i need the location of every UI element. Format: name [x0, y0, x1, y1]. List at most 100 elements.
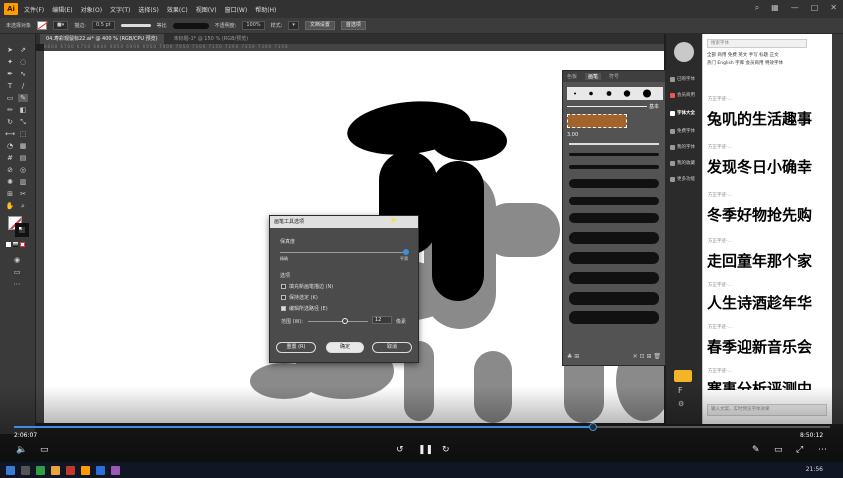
- user-avatar[interactable]: [674, 42, 694, 62]
- sidebar-item-purchased[interactable]: 已购字体: [670, 76, 695, 82]
- forward-10-icon[interactable]: ↻: [442, 445, 450, 455]
- fidelity-slider-track[interactable]: [280, 252, 406, 253]
- fidelity-slider-handle[interactable]: [403, 249, 409, 255]
- width-tool-icon[interactable]: ⟷: [5, 130, 15, 138]
- slice-tool-icon[interactable]: ✂: [18, 190, 28, 198]
- brush-panel-actions[interactable]: ✕ ⊡ ⊞ 🗑: [633, 353, 661, 360]
- rewind-10-icon[interactable]: ↺: [396, 445, 404, 455]
- gradient-mode-icon[interactable]: [13, 242, 18, 247]
- minimize-icon[interactable]: —: [791, 3, 799, 13]
- workspace-icon[interactable]: ▦: [771, 3, 779, 13]
- cancel-button[interactable]: 取消: [372, 342, 412, 353]
- selection-tool-icon[interactable]: ➤: [5, 46, 15, 54]
- paintbrush-tool-icon[interactable]: ✎: [18, 94, 28, 102]
- line-tool-icon[interactable]: /: [18, 82, 28, 90]
- app-icon[interactable]: [66, 465, 75, 475]
- mesh-tool-icon[interactable]: #: [5, 154, 15, 162]
- sidebar-item-free[interactable]: 免费字体: [670, 128, 695, 134]
- fill-swatch[interactable]: [37, 21, 48, 30]
- file-explorer-icon[interactable]: [51, 465, 60, 475]
- brush-dots-row[interactable]: [567, 87, 663, 100]
- ok-button[interactable]: 确定: [326, 342, 364, 353]
- menu-window[interactable]: 窗口(W): [225, 5, 248, 14]
- illustrator-taskbar-icon[interactable]: [81, 465, 90, 475]
- menu-select[interactable]: 选择(S): [138, 5, 159, 14]
- brush-strokes-list[interactable]: [567, 139, 663, 359]
- tab-swatches[interactable]: 色板: [567, 73, 577, 80]
- font-sample[interactable]: 发现冬日小确幸: [707, 156, 812, 177]
- symbol-sprayer-tool-icon[interactable]: ✺: [5, 178, 15, 186]
- draw-pen-icon[interactable]: ✎: [752, 445, 760, 455]
- document-setup-button[interactable]: 文档设置: [304, 21, 335, 30]
- illustrator-logo[interactable]: Ai: [4, 3, 18, 15]
- brush-library-menu-icon[interactable]: ♣ ⊞: [567, 353, 579, 360]
- pause-icon[interactable]: ❚❚: [418, 445, 433, 455]
- blend-tool-icon[interactable]: ◎: [18, 166, 28, 174]
- menu-help[interactable]: 帮助(H): [255, 5, 276, 14]
- magic-wand-tool-icon[interactable]: ✦: [5, 58, 15, 66]
- sidebar-item-member[interactable]: 会员商用: [670, 92, 695, 98]
- color-mode-icon[interactable]: [6, 242, 11, 247]
- charcoal-brush-swatch[interactable]: [567, 114, 627, 128]
- draw-mode-icon[interactable]: ◉: [12, 256, 22, 264]
- maximize-icon[interactable]: □: [811, 3, 819, 13]
- app-icon[interactable]: [96, 465, 105, 475]
- pencil-tool-icon[interactable]: ✏: [5, 106, 15, 114]
- search-icon[interactable]: ⌕: [755, 3, 759, 13]
- app-icon[interactable]: [36, 465, 45, 475]
- perspective-grid-tool-icon[interactable]: ▦: [18, 142, 28, 150]
- fill-new-strokes-checkbox[interactable]: [281, 284, 286, 289]
- range-slider-track[interactable]: [308, 321, 368, 322]
- tab-symbols[interactable]: 符号: [609, 73, 619, 80]
- gradient-tool-icon[interactable]: ▤: [18, 154, 28, 162]
- none-mode-icon[interactable]: [20, 242, 25, 247]
- style-picker[interactable]: ▾: [288, 21, 299, 30]
- fullscreen-icon[interactable]: ⤢: [796, 445, 803, 455]
- preferences-button[interactable]: 首选项: [340, 21, 366, 30]
- brush-definition-preview[interactable]: [172, 22, 209, 29]
- edit-selected-paths-checkbox[interactable]: [281, 306, 286, 311]
- font-sample[interactable]: 人生诗酒趁年华: [707, 292, 812, 313]
- scale-tool-icon[interactable]: ⤡: [18, 118, 28, 126]
- opacity-field[interactable]: 100%: [242, 21, 265, 30]
- range-slider-handle[interactable]: [342, 318, 348, 324]
- subtitles-icon[interactable]: ▭: [40, 445, 49, 455]
- zoom-tool-icon[interactable]: ⌕: [18, 202, 28, 210]
- eyedropper-tool-icon[interactable]: ⊘: [5, 166, 15, 174]
- stroke-color-box[interactable]: [15, 223, 29, 237]
- sidebar-item-favorites[interactable]: 我的收藏: [670, 160, 695, 166]
- font-sample[interactable]: 走回童年那个家: [707, 250, 812, 271]
- reset-button[interactable]: 重置 (R): [276, 342, 316, 353]
- basic-brush-row[interactable]: 基本: [567, 103, 663, 110]
- direct-selection-tool-icon[interactable]: ⇗: [18, 46, 28, 54]
- pen-tool-icon[interactable]: ✒: [5, 70, 15, 78]
- curvature-tool-icon[interactable]: ∿: [18, 70, 28, 78]
- menu-view[interactable]: 视图(V): [196, 5, 217, 14]
- menu-effect[interactable]: 效果(C): [167, 5, 188, 14]
- graph-tool-icon[interactable]: ▥: [18, 178, 28, 186]
- sidebar-item-all-fonts[interactable]: 字体大全: [670, 110, 695, 116]
- sidebar-item-more[interactable]: 更多功能: [670, 176, 695, 182]
- tab-untitled-document[interactable]: 未标题-1* @ 150 % (RGB/预览): [168, 34, 255, 44]
- eraser-tool-icon[interactable]: ◧: [18, 106, 28, 114]
- more-tools-icon[interactable]: ⋯: [12, 280, 22, 288]
- volume-icon[interactable]: 🔈: [16, 445, 27, 455]
- shape-builder-tool-icon[interactable]: ◔: [5, 142, 15, 150]
- keep-selected-checkbox[interactable]: [281, 295, 286, 300]
- app-icon[interactable]: [111, 465, 120, 475]
- rectangle-tool-icon[interactable]: ▭: [5, 94, 15, 102]
- rotate-tool-icon[interactable]: ↻: [5, 118, 15, 126]
- menu-object[interactable]: 对象(O): [81, 5, 102, 14]
- sidebar-item-my-fonts[interactable]: 我的字体: [670, 144, 695, 150]
- task-view-icon[interactable]: [21, 465, 30, 475]
- stroke-color-chip[interactable]: ■▾: [53, 21, 69, 30]
- font-category-row-1[interactable]: 全部 商用 免费 英文 手写 标题 正文: [707, 52, 779, 58]
- menu-type[interactable]: 文字(T): [110, 5, 130, 14]
- tab-active-document[interactable]: 04.寿彩观鼠标22.ai* @ 400 % (RGB/CPU 预览): [40, 34, 164, 44]
- font-search-input[interactable]: 搜索字体: [707, 39, 807, 48]
- type-tool-icon[interactable]: T: [5, 82, 15, 90]
- mail-icon[interactable]: [674, 370, 692, 382]
- menu-file[interactable]: 文件(F): [24, 5, 44, 14]
- menu-edit[interactable]: 编辑(E): [52, 5, 72, 14]
- lasso-tool-icon[interactable]: ◌: [18, 58, 28, 66]
